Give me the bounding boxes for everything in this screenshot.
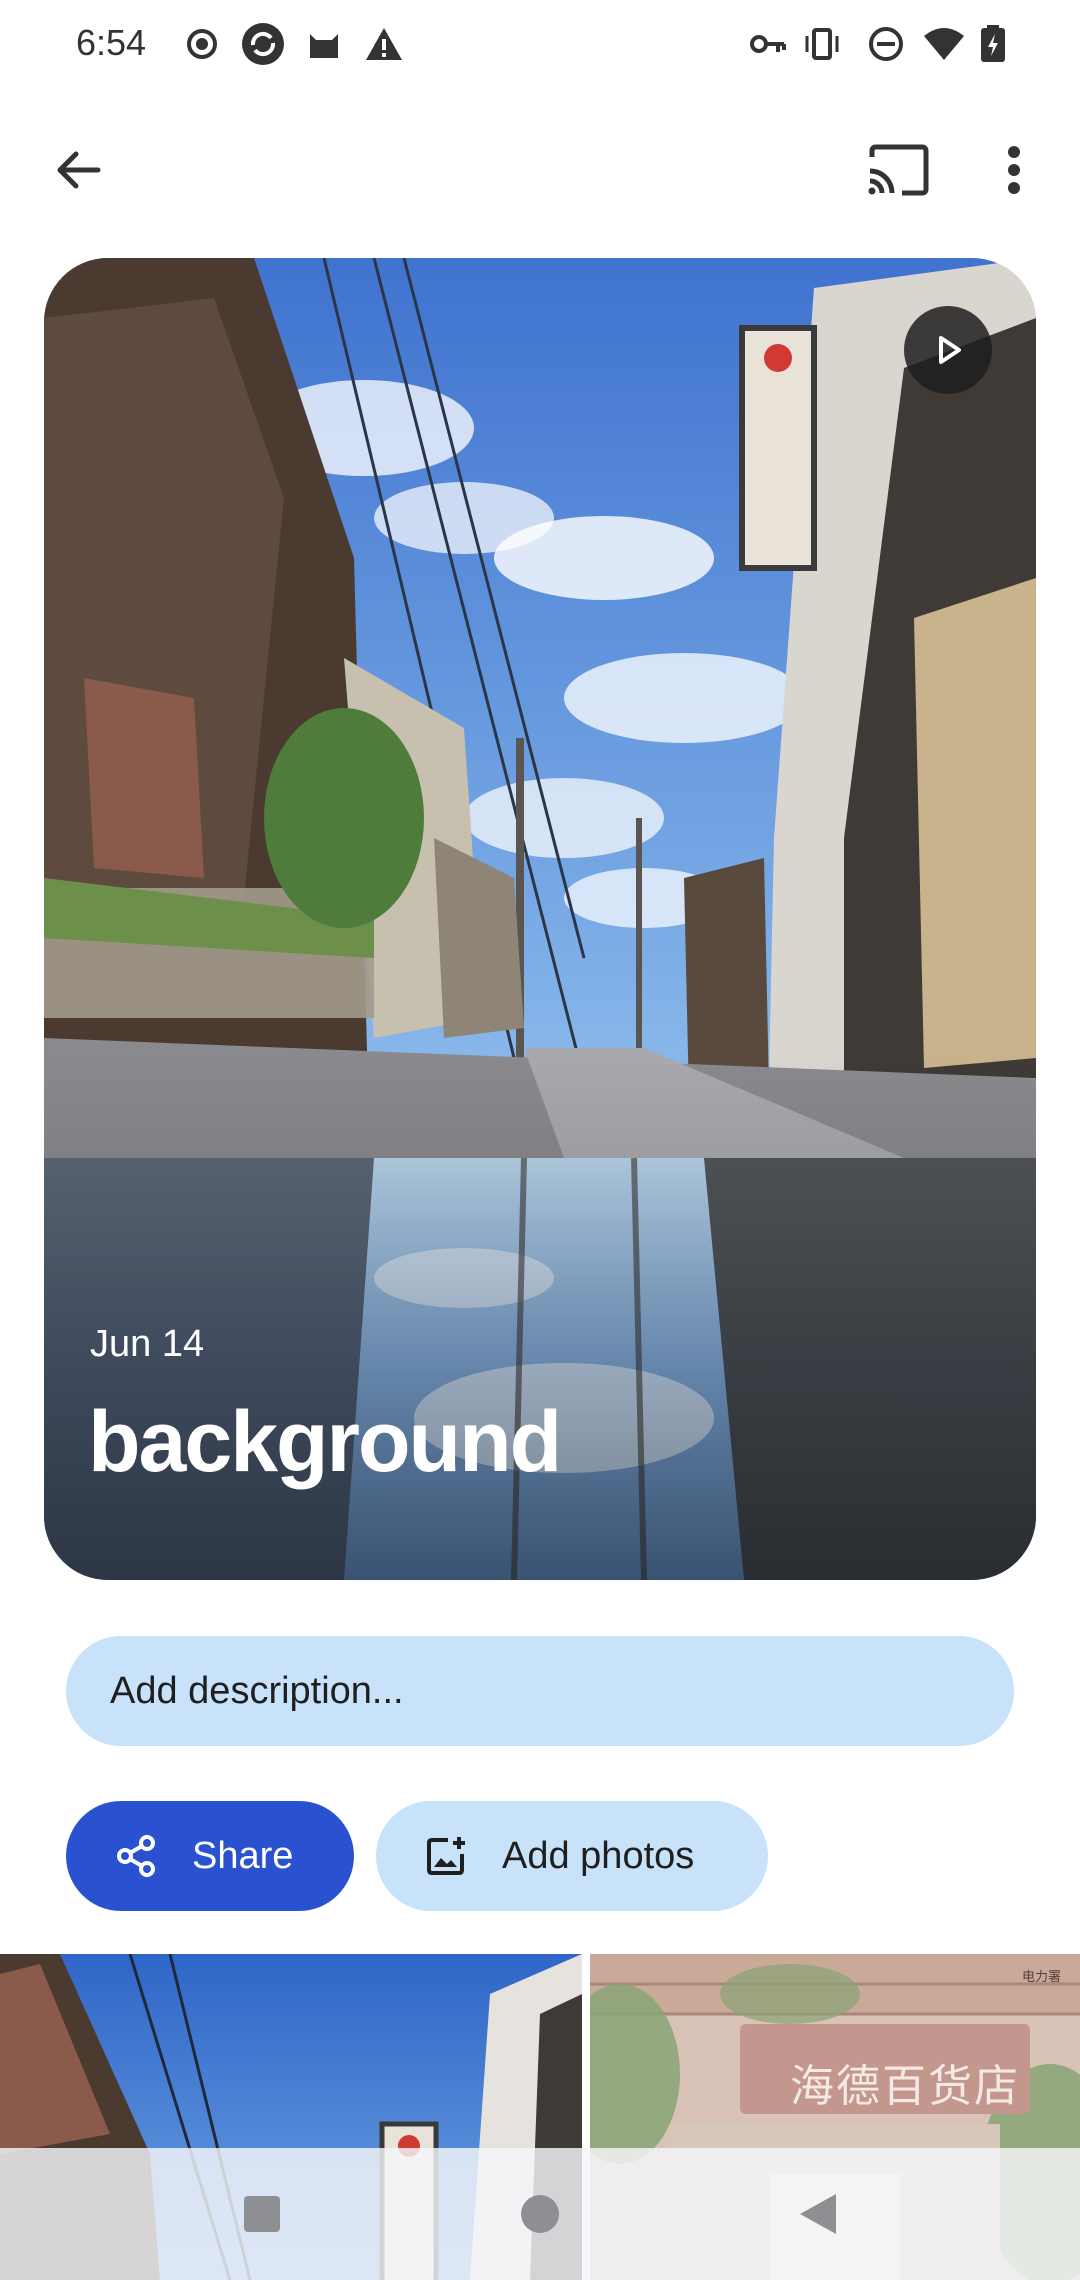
- arrow-back-icon: [57, 151, 101, 189]
- recents-button[interactable]: [226, 2178, 298, 2250]
- album-date: Jun 14: [90, 1323, 205, 1365]
- back-button[interactable]: [38, 130, 118, 210]
- home-button[interactable]: [504, 2178, 576, 2250]
- top-app-bar: [0, 120, 1080, 220]
- cover-photo: [44, 258, 1036, 1580]
- shop-sign-text: 海德百货店: [790, 2061, 1020, 2112]
- status-bar: 6:54: [0, 0, 1080, 88]
- vpn-key-icon: [750, 35, 786, 53]
- sync-icon: [242, 23, 284, 65]
- warning-icon: [366, 28, 402, 60]
- more-vert-icon: [1008, 146, 1020, 194]
- triangle-back-icon: [800, 2194, 836, 2234]
- share-button[interactable]: Share: [66, 1801, 354, 1911]
- wifi-icon: [924, 28, 964, 60]
- battery-charging-icon: [981, 25, 1005, 62]
- slideshow-button[interactable]: [904, 306, 992, 394]
- add-description-field[interactable]: Add description...: [66, 1636, 1014, 1746]
- more-options-button[interactable]: [974, 130, 1054, 210]
- description-placeholder: Add description...: [110, 1669, 404, 1712]
- vibrate-icon: [805, 28, 839, 60]
- shop-small-text: 电力署: [1022, 1970, 1062, 1985]
- cast-icon: [868, 144, 929, 196]
- do-not-disturb-icon: [869, 27, 903, 61]
- play-icon: [939, 336, 961, 364]
- square-icon: [244, 2196, 280, 2232]
- navigation-bar: [0, 2148, 1080, 2280]
- cat-icon: [310, 34, 338, 58]
- add-photo-icon: [424, 1834, 468, 1878]
- share-label: Share: [192, 1834, 294, 1877]
- add-photos-label: Add photos: [502, 1834, 695, 1877]
- album-cover[interactable]: Jun 14 background: [44, 258, 1036, 1580]
- record-icon: [187, 29, 217, 59]
- share-icon: [114, 1834, 158, 1878]
- status-time: 6:54: [76, 22, 147, 63]
- album-title[interactable]: background: [88, 1393, 562, 1492]
- nav-back-button[interactable]: [782, 2178, 854, 2250]
- add-photos-button[interactable]: Add photos: [376, 1801, 768, 1911]
- circle-icon: [521, 2195, 559, 2233]
- cast-button[interactable]: [858, 130, 938, 210]
